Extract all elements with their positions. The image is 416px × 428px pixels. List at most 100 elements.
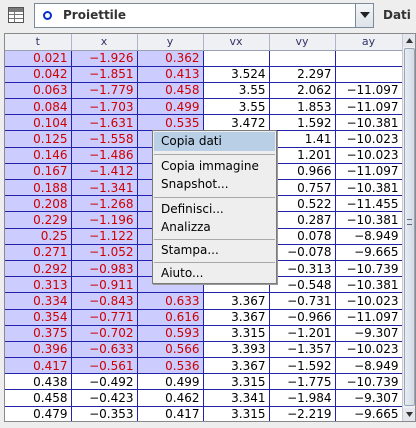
table-cell-ay[interactable]: −10.023 [335,292,403,310]
track-selector-dropdown[interactable]: Proiettile [34,3,374,28]
table-cell-vy[interactable]: −1.357 [269,341,336,359]
table-row[interactable]: 0.417 −0.561 0.536 3.367 −1.592 −8.949 [5,357,403,375]
table-cell-vy[interactable]: −0.078 [269,244,336,261]
table-cell-y[interactable]: 0.499 [137,98,204,116]
table-cell-t[interactable]: 0.104 [5,114,72,132]
table-cell-x[interactable]: −1.486 [71,147,138,164]
table-cell-x[interactable]: −1.196 [71,211,138,229]
table-row[interactable]: 0.375 −0.702 0.593 3.315 −1.201 −9.307 [5,325,403,342]
table-icon[interactable] [8,7,24,23]
table-cell-vy[interactable] [269,50,336,67]
table-cell-ay[interactable]: −8.949 [335,357,403,375]
table-cell-vy[interactable]: −1.592 [269,357,336,375]
table-cell-vx[interactable]: 3.393 [203,341,270,359]
table-cell-t[interactable]: 0.021 [5,50,72,67]
table-cell-vy[interactable]: −2.219 [269,406,336,421]
table-cell-ay[interactable]: −11.097 [335,309,403,326]
table-cell-y[interactable]: 0.633 [137,292,204,310]
table-cell-y[interactable]: 0.536 [137,357,204,375]
table-cell-ay[interactable]: −10.381 [335,114,403,132]
table-cell-t[interactable]: 0.354 [5,309,72,326]
data-tab-label[interactable]: Dati [383,8,411,22]
table-row[interactable]: 0.438 −0.492 0.499 3.315 −1.775 −10.739 [5,373,403,391]
table-cell-vy[interactable]: −0.548 [269,276,336,294]
arrow-up-icon[interactable] [403,34,415,47]
table-row[interactable]: 0.021 −1.926 0.362 [5,50,403,67]
menu-item-copy-image[interactable]: Copia immagine [154,157,275,176]
table-cell-t[interactable]: 0.188 [5,179,72,197]
table-cell-ay[interactable]: −11.097 [335,98,403,116]
table-cell-vx[interactable]: 3.55 [203,98,270,116]
table-cell-t[interactable]: 0.042 [5,66,72,83]
column-header[interactable]: x [71,34,138,51]
table-cell-x[interactable]: −1.851 [71,66,138,83]
table-cell-y[interactable]: 0.499 [137,373,204,391]
table-cell-ay[interactable]: −9.307 [335,389,403,407]
table-cell-x[interactable]: −1.779 [71,82,138,100]
table-cell-y[interactable]: 0.417 [137,406,204,421]
table-cell-vy[interactable]: −0.731 [269,292,336,310]
table-cell-y[interactable]: 0.566 [137,341,204,359]
table-cell-vx[interactable]: 3.524 [203,66,270,83]
table-cell-x[interactable]: −1.631 [71,114,138,132]
table-cell-y[interactable]: 0.462 [137,389,204,407]
table-cell-t[interactable]: 0.458 [5,389,72,407]
table-cell-x[interactable]: −0.633 [71,341,138,359]
table-cell-ay[interactable]: −10.381 [335,179,403,197]
table-cell-ay[interactable]: −10.023 [335,147,403,164]
table-row[interactable]: 0.084 −1.703 0.499 3.55 1.853 −11.097 [5,98,403,116]
table-cell-ay[interactable]: −11.097 [335,163,403,181]
table-cell-vy[interactable]: −0.313 [269,260,336,278]
table-cell-t[interactable]: 0.479 [5,406,72,421]
table-cell-vy[interactable]: 0.287 [269,211,336,229]
table-cell-x[interactable]: −0.423 [71,389,138,407]
table-cell-vx[interactable]: 3.315 [203,373,270,391]
table-cell-t[interactable]: 0.334 [5,292,72,310]
table-cell-x[interactable]: −1.926 [71,50,138,67]
table-cell-vx[interactable]: 3.341 [203,389,270,407]
table-cell-x[interactable]: −0.983 [71,260,138,278]
table-cell-x[interactable]: −0.702 [71,325,138,342]
table-cell-vy[interactable]: 0.966 [269,163,336,181]
table-cell-ay[interactable] [335,50,403,67]
table-cell-t[interactable]: 0.125 [5,130,72,148]
table-cell-t[interactable]: 0.417 [5,357,72,375]
table-cell-t[interactable]: 0.375 [5,325,72,342]
table-cell-ay[interactable]: −11.097 [335,82,403,100]
table-row[interactable]: 0.479 −0.353 0.417 3.315 −2.219 −9.665 [5,406,403,421]
table-cell-y[interactable]: 0.616 [137,309,204,326]
table-cell-ay[interactable]: −10.739 [335,260,403,278]
table-cell-vx[interactable] [203,50,270,67]
table-cell-ay[interactable]: −10.381 [335,276,403,294]
table-cell-x[interactable]: −1.268 [71,195,138,213]
table-cell-ay[interactable]: −10.739 [335,373,403,391]
table-cell-t[interactable]: 0.438 [5,373,72,391]
table-cell-ay[interactable]: −10.023 [335,130,403,148]
table-cell-vx[interactable]: 3.315 [203,406,270,421]
menu-item-help[interactable]: Aiuto... [154,264,275,283]
table-cell-t[interactable]: 0.063 [5,82,72,100]
table-cell-ay[interactable]: −8.949 [335,228,403,245]
menu-item-copy-data[interactable]: Copia dati [154,132,275,151]
table-cell-vy[interactable]: 0.078 [269,228,336,245]
table-cell-y[interactable]: 0.413 [137,66,204,83]
table-cell-x[interactable]: −0.492 [71,373,138,391]
column-header[interactable]: ay [335,34,403,51]
table-cell-ay[interactable]: −11.455 [335,195,403,213]
menu-item-analyze[interactable]: Analizza [154,218,275,237]
table-row[interactable]: 0.042 −1.851 0.413 3.524 2.297 [5,66,403,83]
table-row[interactable]: 0.334 −0.843 0.633 3.367 −0.731 −10.023 [5,292,403,310]
table-cell-ay[interactable]: −9.665 [335,244,403,261]
table-cell-ay[interactable] [335,66,403,83]
table-cell-ay[interactable]: −9.665 [335,406,403,421]
table-cell-t[interactable]: 0.084 [5,98,72,116]
menu-item-snapshot[interactable]: Snapshot... [154,175,275,194]
column-header[interactable]: y [137,34,204,51]
table-cell-vx[interactable]: 3.315 [203,325,270,342]
column-header[interactable]: vx [203,34,270,51]
table-cell-vy[interactable]: −1.775 [269,373,336,391]
table-cell-vy[interactable]: 2.062 [269,82,336,100]
vertical-scrollbar[interactable] [402,34,415,421]
table-cell-ay[interactable]: −10.023 [335,341,403,359]
arrow-down-icon[interactable] [403,408,415,421]
